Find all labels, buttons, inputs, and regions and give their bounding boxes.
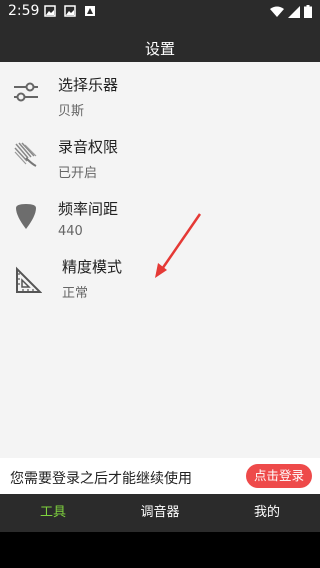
status-time: 2:59 — [8, 3, 40, 19]
image-icon — [44, 5, 56, 17]
bottom-tab-bar: 工具 调音器 我的 — [0, 494, 320, 532]
status-bar: 2:59 — [0, 0, 320, 24]
tab-tuner[interactable]: 调音器 — [107, 494, 213, 532]
login-message: 您需要登录之后才能继续使用 — [10, 471, 192, 487]
battery-icon — [304, 5, 312, 18]
wifi-icon — [270, 6, 284, 17]
signal-icon — [288, 5, 300, 18]
notification-icon — [85, 6, 95, 16]
system-nav-bar — [0, 532, 320, 568]
image-icon — [64, 5, 76, 17]
login-banner: 您需要登录之后才能继续使用 点击登录 — [0, 458, 320, 494]
tab-tools[interactable]: 工具 — [0, 494, 106, 532]
annotation-arrow — [155, 213, 202, 278]
settings-list: 选择乐器 贝斯 录音权限 已开启 频率间距 440 精度模式 正常 — [0, 62, 320, 458]
title-bar: 设置 — [0, 24, 320, 62]
tab-mine[interactable]: 我的 — [214, 494, 320, 532]
page-title: 设置 — [144, 40, 175, 58]
login-button[interactable]: 点击登录 — [245, 464, 312, 488]
